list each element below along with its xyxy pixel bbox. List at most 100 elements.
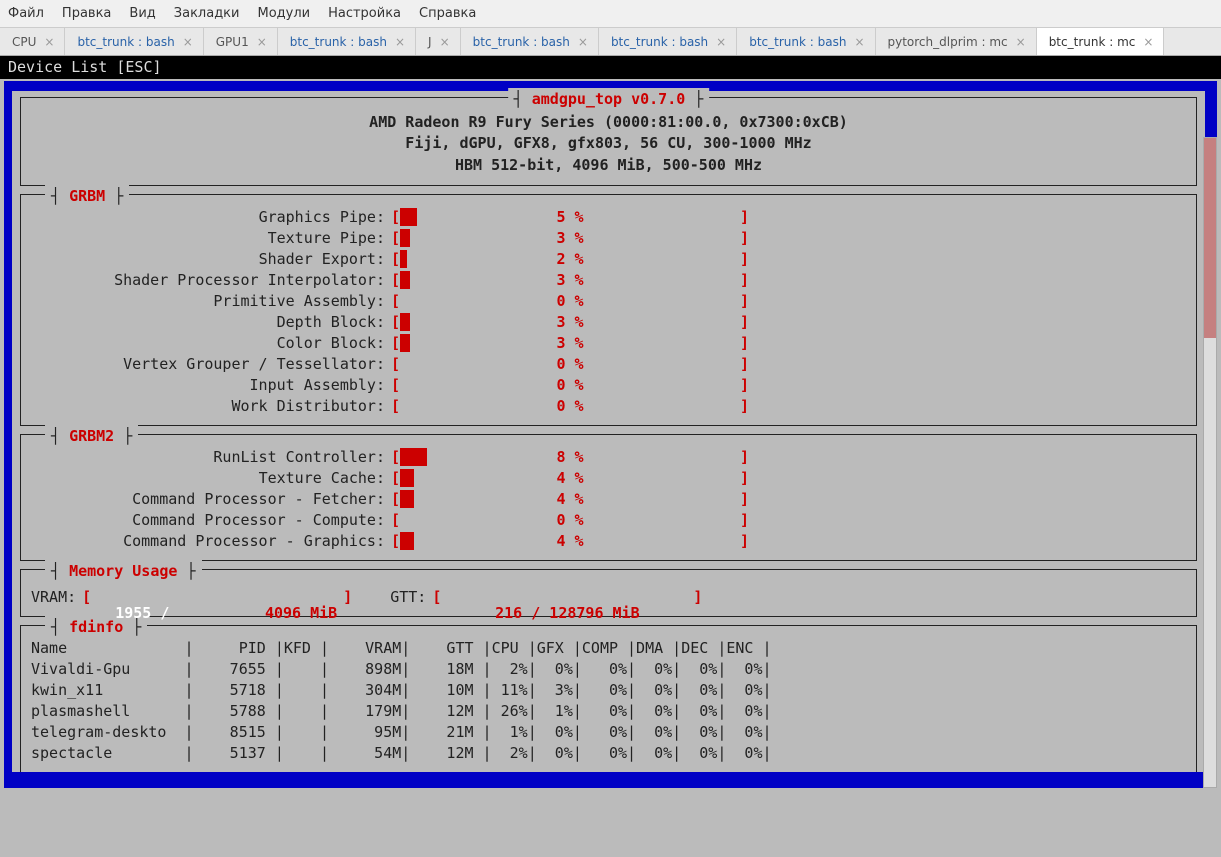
app-title: ┤ amdgpu_top v0.7.0 ├ <box>508 88 710 111</box>
close-icon[interactable]: × <box>1143 35 1153 49</box>
metric-row: Primitive Assembly:[0 %] <box>31 291 1186 312</box>
bracket-close-icon: ] <box>740 375 749 396</box>
metric-bar: 0 % <box>400 291 740 310</box>
metric-percent: 0 % <box>400 291 740 312</box>
vertical-scrollbar[interactable] <box>1203 137 1217 789</box>
vram-total-text: 4096 MiB <box>259 602 337 625</box>
memory-line: VRAM: [ 1955 / 4096 MiB ] GTT: [ <box>31 586 1186 609</box>
scrollbar-thumb[interactable] <box>1204 138 1216 338</box>
gtt-text: 216 / 128796 MiB <box>447 602 687 625</box>
vram-label: VRAM: <box>31 586 76 609</box>
metric-row: Shader Processor Interpolator:[3 %] <box>31 270 1186 291</box>
bracket-open-icon: [ <box>391 291 400 312</box>
bracket-open-icon: [ <box>391 447 400 468</box>
terminal-tab[interactable]: pytorch_dlprim : mc × <box>876 28 1037 55</box>
menu-item[interactable]: Закладки <box>174 6 240 21</box>
terminal-tab[interactable]: btc_trunk : bash× <box>65 28 203 55</box>
metric-bar: 3 % <box>400 333 740 352</box>
tab-label: btc_trunk : bash <box>749 35 846 49</box>
terminal-tab[interactable]: J× <box>416 28 461 55</box>
metric-bar: 0 % <box>400 354 740 373</box>
gpu-info-line: HBM 512-bit, 4096 MiB, 500-500 MHz <box>31 155 1186 177</box>
terminal-tab[interactable]: btc_trunk : bash × <box>278 28 416 55</box>
metric-row: RunList Controller:[8 %] <box>31 447 1186 468</box>
metric-percent: 8 % <box>400 447 740 468</box>
memory-usage-title: ┤ Memory Usage ├ <box>45 560 202 583</box>
menu-item[interactable]: Файл <box>8 6 44 21</box>
metric-row: Command Processor - Fetcher:[4 %] <box>31 489 1186 510</box>
terminal-tab[interactable]: btc_trunk : bash × <box>737 28 875 55</box>
close-icon[interactable]: × <box>854 35 864 49</box>
metric-percent: 4 % <box>400 531 740 552</box>
metric-percent: 4 % <box>400 489 740 510</box>
metric-bar: 2 % <box>400 249 740 268</box>
metric-percent: 0 % <box>400 510 740 531</box>
bracket-close-icon: ] <box>740 447 749 468</box>
bracket-open-icon: [ <box>391 333 400 354</box>
metric-label: RunList Controller: <box>31 447 391 468</box>
close-icon[interactable]: × <box>578 35 588 49</box>
tab-label: btc_trunk : bash <box>290 35 387 49</box>
terminal-tab[interactable]: btc_trunk : bash× <box>599 28 737 55</box>
metric-bar: 4 % <box>400 489 740 508</box>
metric-row: Vertex Grouper / Tessellator:[0 %] <box>31 354 1186 375</box>
metric-percent: 3 % <box>400 312 740 333</box>
close-icon[interactable]: × <box>440 35 450 49</box>
menu-item[interactable]: Модули <box>257 6 310 21</box>
bracket-open-icon: [ <box>391 396 400 417</box>
fdinfo-process-row: Vivaldi-Gpu | 7655 | | 898M| 18M | 2%| 0… <box>31 659 1186 680</box>
tab-label: pytorch_dlprim : mc <box>888 35 1008 49</box>
metric-row: Input Assembly:[0 %] <box>31 375 1186 396</box>
metric-bar: 5 % <box>400 207 740 226</box>
metric-label: Primitive Assembly: <box>31 291 391 312</box>
bracket-close-icon: ] <box>740 270 749 291</box>
close-icon[interactable]: × <box>257 35 267 49</box>
bracket-close-icon: ] <box>740 396 749 417</box>
bracket-close-icon: ] <box>740 291 749 312</box>
metric-row: Color Block:[3 %] <box>31 333 1186 354</box>
grbm2-box: ┤ GRBM2 ├ RunList Controller:[8 %]Textur… <box>20 434 1197 561</box>
fdinfo-process-row: spectacle | 5137 | | 54M| 12M | 2%| 0%| … <box>31 743 1186 764</box>
bracket-open-icon: [ <box>82 586 91 609</box>
menu-item[interactable]: Вид <box>129 6 155 21</box>
grbm-title: ┤ GRBM ├ <box>45 185 129 208</box>
close-icon[interactable]: × <box>716 35 726 49</box>
metric-percent: 0 % <box>400 375 740 396</box>
metric-bar: 0 % <box>400 375 740 394</box>
bracket-open-icon: [ <box>391 510 400 531</box>
bracket-close-icon: ] <box>693 586 702 609</box>
metric-bar: 8 % <box>400 447 740 466</box>
gtt-label: GTT: <box>390 586 426 609</box>
terminal-viewport: Device List [ESC] ┤ amdgpu_top v0.7.0 ├ … <box>0 56 1221 788</box>
menu-item[interactable]: Правка <box>62 6 111 21</box>
metric-bar: 4 % <box>400 531 740 550</box>
terminal-tab[interactable]: GPU1× <box>204 28 278 55</box>
terminal-tab[interactable]: CPU× <box>0 28 65 55</box>
metric-label: Graphics Pipe: <box>31 207 391 228</box>
metric-percent: 5 % <box>400 207 740 228</box>
metric-label: Color Block: <box>31 333 391 354</box>
close-icon[interactable]: × <box>183 35 193 49</box>
grbm2-title: ┤ GRBM2 ├ <box>45 425 138 448</box>
metric-percent: 0 % <box>400 354 740 375</box>
metric-label: Shader Processor Interpolator: <box>31 270 391 291</box>
close-icon[interactable]: × <box>1016 35 1026 49</box>
bracket-open-icon: [ <box>391 312 400 333</box>
bracket-open-icon: [ <box>391 354 400 375</box>
close-icon[interactable]: × <box>44 35 54 49</box>
bracket-close-icon: ] <box>740 333 749 354</box>
metric-label: Input Assembly: <box>31 375 391 396</box>
terminal-tab[interactable]: btc_trunk : mc× <box>1037 28 1165 55</box>
bracket-close-icon: ] <box>740 468 749 489</box>
bracket-close-icon: ] <box>343 586 352 609</box>
fdinfo-process-row: telegram-deskto | 8515 | | 95M| 21M | 1%… <box>31 722 1186 743</box>
menubar: Файл Правка Вид Закладки Модули Настройка Спра… <box>0 0 1221 28</box>
terminal-tab[interactable]: btc_trunk : bash× <box>461 28 599 55</box>
metric-row: Graphics Pipe:[5 %] <box>31 207 1186 228</box>
metric-label: Command Processor - Compute: <box>31 510 391 531</box>
metric-label: Command Processor - Fetcher: <box>31 489 391 510</box>
menu-item[interactable]: Настройка <box>328 6 401 21</box>
close-icon[interactable]: × <box>395 35 405 49</box>
bracket-open-icon: [ <box>391 249 400 270</box>
menu-item[interactable]: Справка <box>419 6 476 21</box>
